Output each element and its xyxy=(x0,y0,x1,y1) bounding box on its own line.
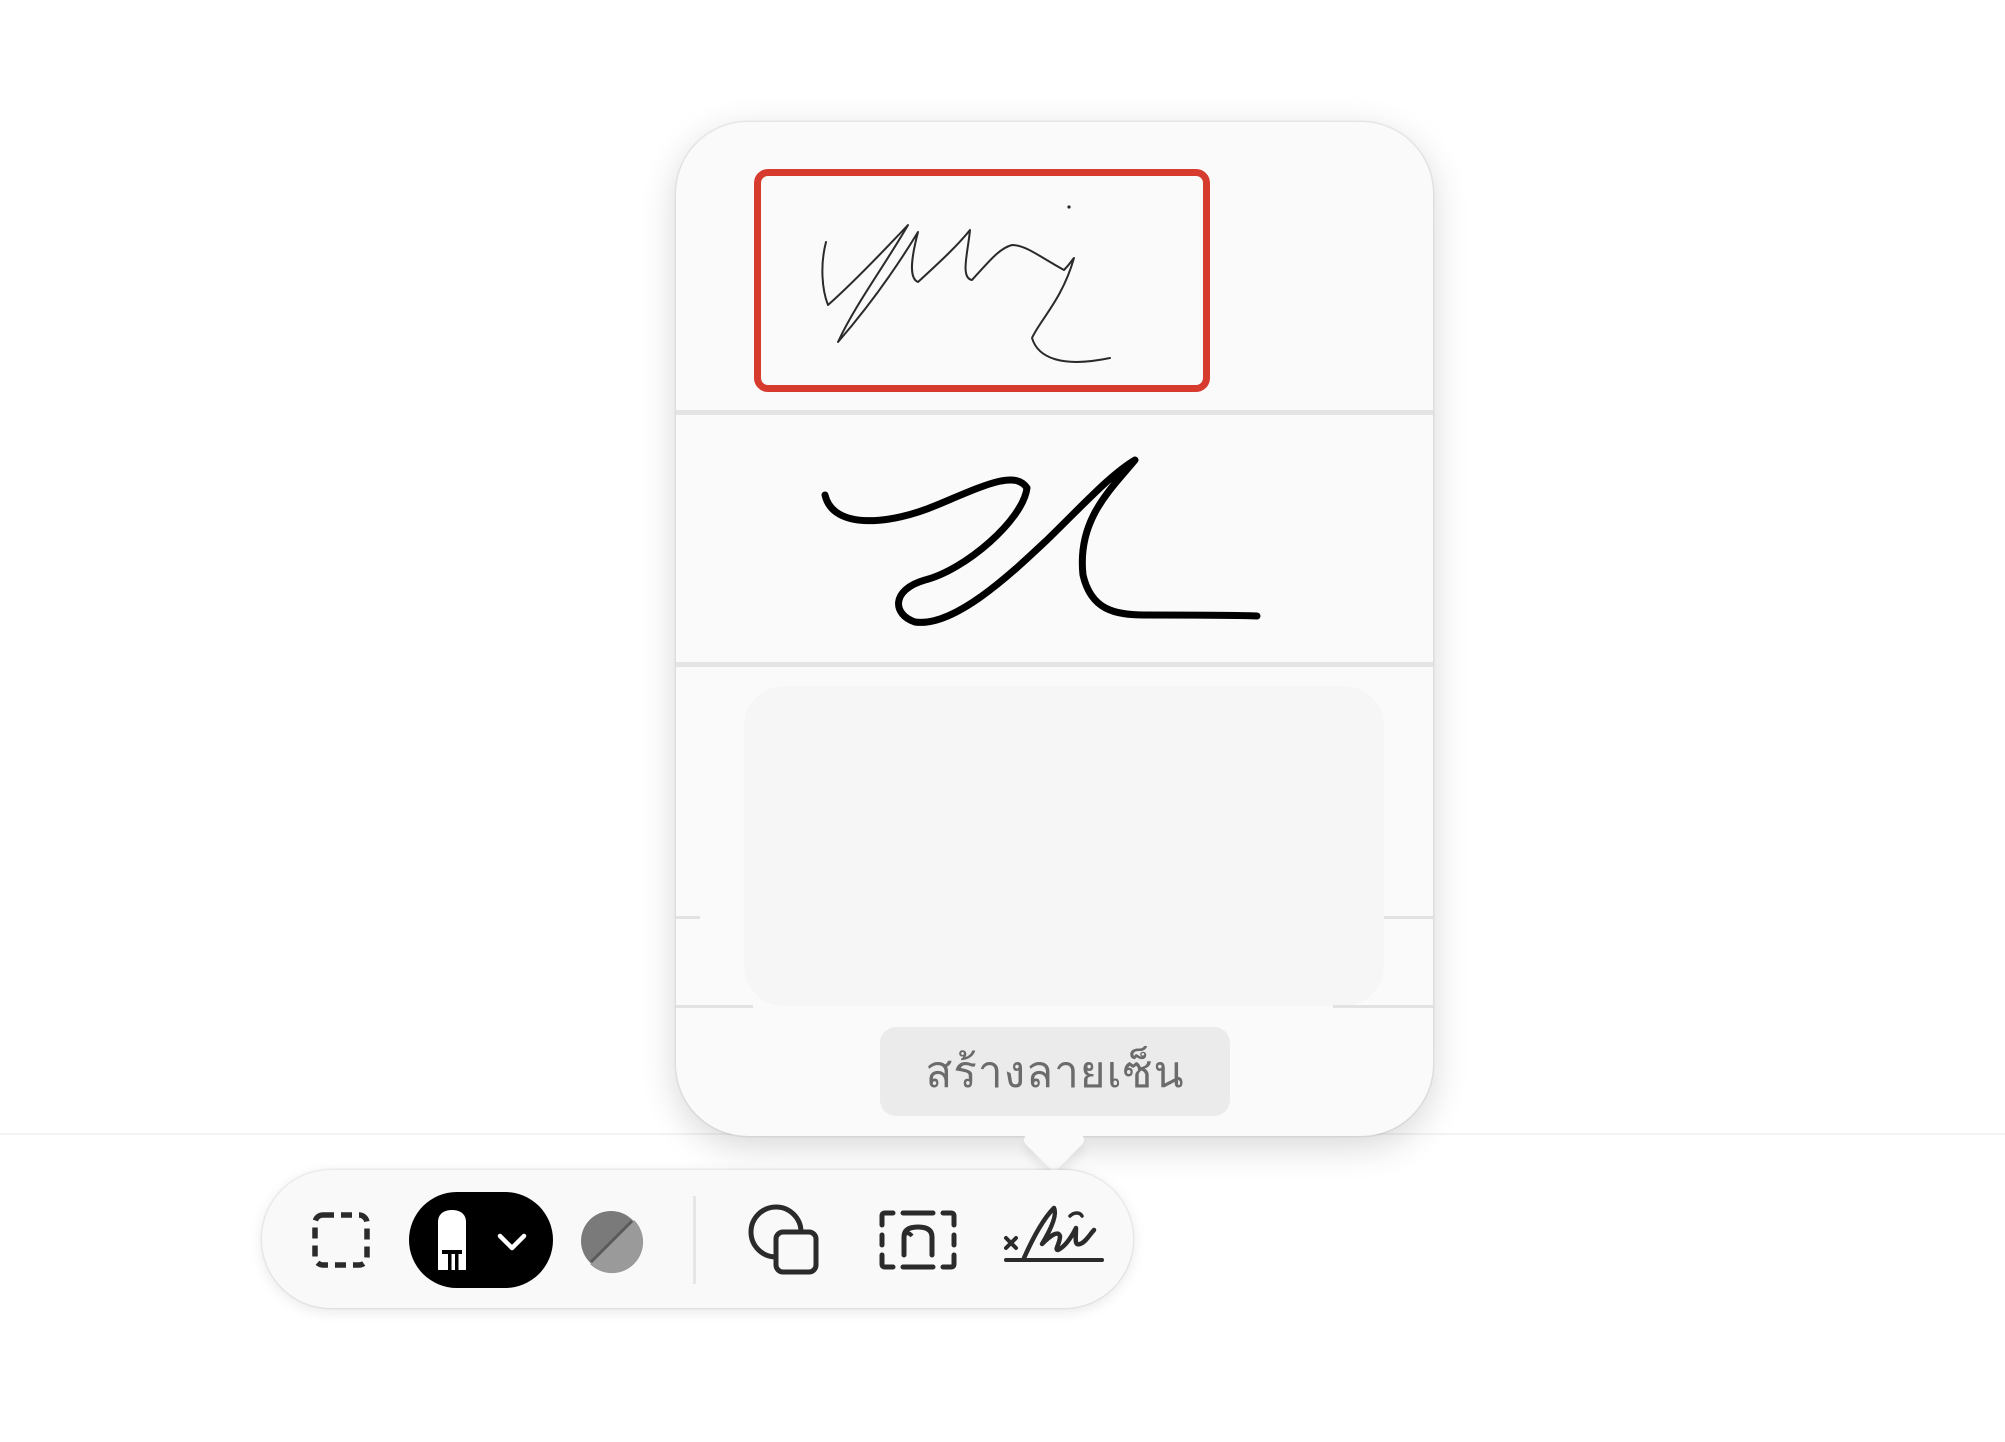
shapes-icon[interactable] xyxy=(742,1198,826,1282)
draw-tool-icon xyxy=(438,1210,527,1270)
signature-icon[interactable] xyxy=(1002,1198,1106,1282)
signature-1-drawing xyxy=(821,205,1111,363)
selection-rect-icon[interactable] xyxy=(304,1205,378,1275)
signature-2-drawing xyxy=(821,456,1261,626)
create-signature-button[interactable]: สร้างลายเซ็น xyxy=(880,1027,1230,1116)
draw-tool-button[interactable] xyxy=(409,1192,553,1288)
text-box-icon[interactable] xyxy=(876,1204,960,1276)
markup-canvas: สร้างลายเซ็น xyxy=(0,0,2005,1442)
toolbar-divider xyxy=(693,1196,696,1284)
empty-signature-slot xyxy=(744,686,1384,1006)
color-picker-icon[interactable] xyxy=(577,1209,645,1274)
chevron-down-icon xyxy=(497,1233,527,1251)
